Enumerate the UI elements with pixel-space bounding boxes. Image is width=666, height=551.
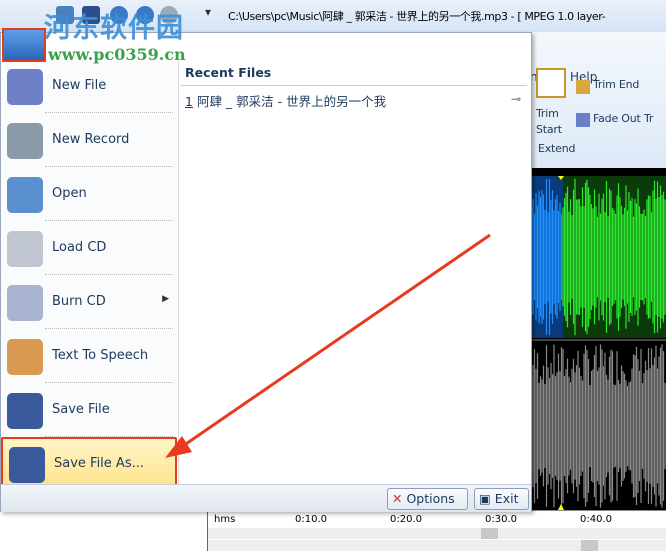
fade-out-icon [576,113,590,127]
recent-file-item[interactable]: 1 阿肆 _ 郭采洁 - 世界上的另一个我 [185,91,386,110]
menu-footer: ✕ Options ▣ Exit [1,484,531,512]
menu-item-label: Text To Speech [52,348,149,363]
tick-label: 0:10.0 [295,514,327,525]
recent-file-index: 1 [185,94,193,109]
watermark-logo: 河东软件园 [44,13,184,44]
save-icon [7,393,43,429]
divider [181,85,527,86]
timeline-unit: hms [214,514,236,525]
new-file-icon [7,69,43,105]
scroll-thumb[interactable] [481,528,498,539]
ribbon: ns Help Trim Start Extend Trim End Fade … [530,32,666,168]
menu-commands: New File New Record Open Load CD Burn CD ▶ Tex… [1,61,179,489]
options-button[interactable]: ✕ Options [387,488,468,510]
pin-icon[interactable]: ⊸ [511,92,521,106]
recent-file-name: 阿肆 _ 郭采洁 - 世界上的另一个我 [196,94,387,109]
trim-icon[interactable] [536,68,566,98]
exit-icon: ▣ [479,491,491,506]
microphone-icon [7,123,43,159]
speech-person-icon [7,339,43,375]
exit-label: Exit [494,491,519,506]
file-menu: New File New Record Open Load CD Burn CD ▶ Tex… [0,32,532,512]
menu-item-label: Save File [52,402,110,417]
options-label: Options [406,491,455,506]
tick-label: 0:40.0 [580,514,612,525]
menu-item-save-file-as[interactable]: Save File As... [1,437,177,489]
trim-start-button[interactable]: Trim Start [536,106,566,138]
menu-item-save-file[interactable]: Save File [1,385,177,437]
trim-end-icon [576,80,590,94]
horizontal-scrollbar[interactable] [208,528,666,539]
menu-item-label: New File [52,78,107,93]
watermark-url: www.pc0359.cn [48,45,186,64]
cd-drive-icon [7,231,43,267]
save-as-icon [9,447,45,483]
open-folder-icon [7,177,43,213]
tick-label: 0:20.0 [390,514,422,525]
trim-end-button[interactable]: Trim End [593,78,639,91]
menu-item-label: Load CD [52,240,107,255]
extend-button[interactable]: Extend [538,142,575,155]
tools-icon: ✕ [392,491,403,506]
divider [45,328,173,329]
menu-item-new-file[interactable]: New File [1,61,177,113]
menu-item-burn-cd[interactable]: Burn CD ▶ [1,277,177,329]
divider [45,274,173,275]
customize-toolbar-icon[interactable]: ▾ [205,5,211,19]
divider [45,220,173,221]
menu-item-open[interactable]: Open [1,169,177,221]
menu-item-label: Open [52,186,87,201]
divider [45,112,173,113]
submenu-arrow-icon: ▶ [162,294,169,304]
waveform-view[interactable] [530,168,666,510]
exit-button[interactable]: ▣ Exit [474,488,529,510]
divider [45,382,173,383]
menu-item-label: New Record [52,132,130,147]
divider [45,166,173,167]
fade-out-button[interactable]: Fade Out Tr [593,112,653,125]
menu-item-new-record[interactable]: New Record [1,115,177,167]
burn-cd-icon [7,285,43,321]
zoom-scrollbar[interactable] [208,540,666,551]
menu-item-label: Save File As... [54,456,144,471]
divider [207,510,208,551]
menu-item-text-to-speech[interactable]: Text To Speech [1,331,177,383]
tick-label: 0:30.0 [485,514,517,525]
menu-item-load-cd[interactable]: Load CD [1,223,177,275]
menu-item-label: Burn CD [52,294,106,309]
application-menu-button[interactable] [2,28,46,62]
window-title: C:\Users\pc\Music\阿肆 _ 郭采洁 - 世界上的另一个我.mp… [228,10,606,23]
timeline: hms 0:10.0 0:20.0 0:30.0 0:40.0 [208,510,666,527]
scroll-thumb[interactable] [581,540,598,551]
recent-files-header: Recent Files [185,65,272,80]
recent-files-panel: Recent Files 1 阿肆 _ 郭采洁 - 世界上的另一个我 ⊸ [179,61,531,484]
